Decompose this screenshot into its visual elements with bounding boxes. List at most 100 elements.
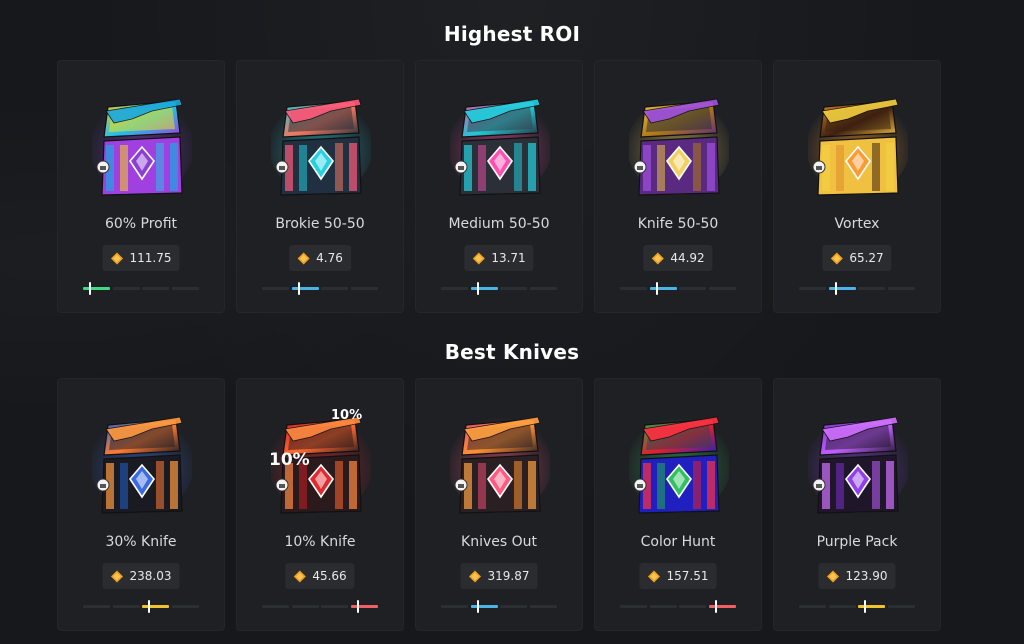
risk-meter-segment (500, 605, 527, 608)
risk-meter-segment (171, 605, 199, 608)
risk-meter (799, 282, 915, 295)
price-value: 44.92 (670, 251, 705, 265)
risk-meter-fill (470, 605, 498, 608)
risk-meter-marker (834, 282, 837, 295)
risk-meter (83, 282, 199, 295)
price-badge: 238.03 (102, 563, 180, 589)
teal-octopus-case-icon (271, 89, 371, 199)
risk-meter-segment (142, 287, 169, 290)
risk-meter-fill (828, 287, 856, 290)
risk-meter-segment (679, 287, 706, 290)
case-name: Vortex (834, 216, 880, 232)
risk-meter-fill (142, 605, 169, 608)
case-name: Purple Pack (816, 534, 898, 550)
risk-meter-segment (112, 605, 140, 608)
risk-meter-segment (887, 287, 915, 290)
risk-meter-segment (291, 605, 319, 608)
price-value: 13.71 (491, 251, 526, 265)
risk-meter-segment (171, 287, 199, 290)
risk-meter-marker (864, 600, 866, 613)
risk-meter (441, 600, 557, 613)
risk-meter-segment (500, 287, 527, 290)
risk-meter-segment (620, 605, 647, 608)
case-name: 60% Profit (104, 216, 178, 232)
coin-icon (110, 569, 124, 583)
risk-meter (620, 600, 736, 613)
price-badge: 4.76 (289, 245, 351, 271)
risk-meter-segment (529, 605, 557, 608)
case-card[interactable]: Color Hunt 157.51 (594, 378, 762, 631)
risk-meter-marker (297, 282, 300, 295)
risk-meter-segment (799, 287, 826, 290)
risk-meter-segment (441, 605, 468, 608)
price-badge: 319.87 (460, 563, 538, 589)
risk-meter-segment (828, 605, 856, 608)
risk-meter-segment (112, 287, 140, 290)
price-badge: 123.90 (818, 563, 896, 589)
colorful-splash-case-icon (92, 89, 192, 199)
case-card[interactable]: Vortex 65.27 (773, 60, 941, 313)
risk-meter-fill (858, 605, 885, 608)
coin-icon (826, 569, 840, 583)
risk-meter (441, 282, 557, 295)
risk-meter-fill (350, 605, 378, 608)
case-card[interactable]: Medium 50-50 13.71 (415, 60, 583, 313)
section-title-best-knives: Best Knives (444, 340, 580, 364)
price-value: 111.75 (129, 251, 172, 265)
risk-meter-segment (799, 605, 826, 608)
price-value: 65.27 (849, 251, 884, 265)
risk-meter-marker (476, 600, 479, 613)
price-badge: 45.66 (285, 563, 355, 589)
risk-meter-marker (356, 600, 359, 613)
case-card[interactable]: Purple Pack 123.90 (773, 378, 941, 631)
risk-meter-segment (620, 287, 647, 290)
coin-icon (830, 251, 843, 265)
price-badge: 13.71 (464, 245, 534, 271)
price-value: 238.03 (129, 569, 172, 583)
risk-meter-fill (470, 287, 498, 290)
risk-meter-marker (476, 282, 479, 295)
case-name: Brokie 50-50 (275, 216, 365, 232)
risk-meter-segment (529, 287, 557, 290)
case-card[interactable]: Knife 50-50 44.92 (594, 60, 762, 313)
risk-meter-segment (679, 605, 706, 608)
case-card[interactable]: 10% 10% 10% Knife 45.66 (236, 378, 404, 631)
risk-meter-segment (350, 287, 378, 290)
price-value: 123.90 (845, 569, 888, 583)
coin-icon (647, 569, 661, 583)
case-card[interactable]: 60% Profit 111.75 (57, 60, 225, 313)
case-card[interactable]: 30% Knife 238.03 (57, 378, 225, 631)
risk-meter (620, 282, 736, 295)
case-card[interactable]: Brokie 50-50 4.76 (236, 60, 404, 313)
risk-meter-fill (291, 287, 319, 290)
risk-meter-marker (655, 282, 658, 295)
coin-icon (110, 251, 124, 265)
risk-meter-segment (321, 287, 348, 290)
risk-meter-segment (262, 605, 289, 608)
coin-icon (651, 251, 664, 265)
risk-meter-segment (321, 605, 348, 608)
section-title-highest-roi: Highest ROI (443, 22, 581, 46)
risk-meter (262, 600, 378, 613)
gold-knife-case-icon (629, 89, 729, 199)
case-name: 10% Knife (284, 534, 356, 550)
orange-vortex-case-icon (808, 89, 908, 199)
risk-meter-marker (89, 282, 91, 295)
ten-percent-badge-small: 10% (331, 408, 362, 423)
case-name: 30% Knife (105, 534, 177, 550)
purple-case-icon (808, 407, 908, 517)
price-value: 4.76 (316, 251, 343, 265)
ten-percent-badge-big: 10% (271, 450, 310, 470)
case-card[interactable]: Knives Out 319.87 (415, 378, 583, 631)
pink-teal-case-icon (450, 89, 550, 199)
coin-icon (293, 569, 306, 583)
highest-roi-grid: 60% Profit 111.75 Brokie 50-50 4.76 Medi… (57, 60, 941, 313)
risk-meter-segment (887, 605, 915, 608)
risk-meter-segment (83, 605, 110, 608)
price-value: 45.66 (312, 569, 347, 583)
risk-meter-fill (83, 287, 110, 290)
case-name: Knives Out (461, 534, 537, 550)
price-badge: 65.27 (822, 245, 892, 271)
risk-meter-segment (262, 287, 289, 290)
price-badge: 44.92 (643, 245, 713, 271)
